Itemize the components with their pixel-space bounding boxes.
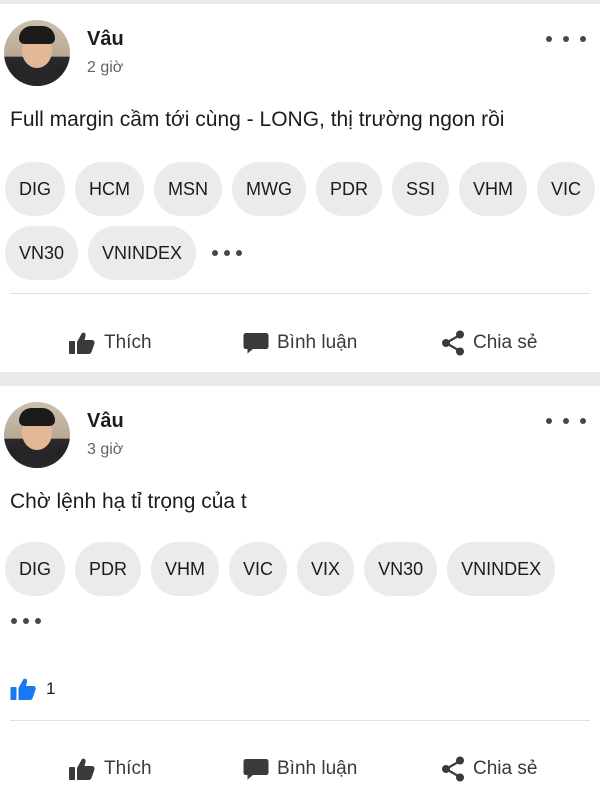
action-bar: Thích Bình luận Chia sẻ [0,740,600,798]
stock-tags: DIG HCM MSN MWG PDR SSI VHM VIC VN30 VNI… [5,162,596,290]
stock-tag[interactable]: SSI [392,162,450,216]
like-button[interactable]: Thích [68,331,152,355]
stock-tag[interactable]: VNINDEX [447,542,556,596]
share-button[interactable]: Chia sẻ [441,330,537,356]
stock-tag[interactable]: VHM [459,162,528,216]
stock-tag[interactable]: DIG [5,162,66,216]
stock-tag[interactable]: PDR [316,162,383,216]
stock-tag[interactable]: VIC [537,162,596,216]
post-time: 3 giờ [87,441,124,458]
avatar[interactable] [4,20,70,86]
more-dots-icon [546,36,552,42]
more-options-button[interactable] [546,411,586,431]
stock-tag[interactable]: MSN [154,162,223,216]
thumbs-up-icon [69,332,95,354]
tag-row: DIG HCM MSN MWG PDR SSI VHM VIC [5,162,596,216]
more-dots-icon [11,618,17,624]
divider [10,293,590,294]
post-card: Vâu 3 giờ Chờ lệnh hạ tỉ trọng của t DIG… [0,386,600,800]
like-count: 1 [46,679,56,698]
thumbs-up-icon [69,758,95,780]
author-name[interactable]: Vâu [87,410,124,433]
feed: Vâu 2 giờ Full margin cầm tới cùng - LON… [0,0,600,800]
comment-button[interactable]: Bình luận [243,757,357,781]
stock-tag[interactable]: VHM [151,542,220,596]
comment-button[interactable]: Bình luận [243,331,357,355]
avatar[interactable] [4,402,70,468]
reaction-summary[interactable]: 1 [10,674,55,704]
stock-tag[interactable]: DIG [5,542,66,596]
share-label: Chia sẻ [473,332,538,353]
like-label: Thích [104,332,152,353]
post-header: Vâu 3 giờ [0,386,600,476]
action-bar: Thích Bình luận Chia sẻ [0,314,600,372]
post-text: Chờ lệnh hạ tỉ trọng của t [10,490,247,513]
author-name[interactable]: Vâu [87,28,124,51]
share-icon [442,756,464,782]
blue-thumbs-up-icon [10,678,36,700]
post-card: Vâu 2 giờ Full margin cầm tới cùng - LON… [0,4,600,372]
stock-tag[interactable]: PDR [75,542,142,596]
like-button[interactable]: Thích [68,757,152,781]
stock-tag[interactable]: VIX [297,542,355,596]
like-label: Thích [104,758,152,779]
stock-tag[interactable]: VN30 [364,542,438,596]
share-icon [442,330,464,356]
stock-tag[interactable]: MWG [232,162,306,216]
comment-label: Bình luận [277,758,358,779]
more-dots-icon [212,250,219,256]
stock-tags: DIG PDR VHM VIC VIX VN30 VNINDEX [5,542,595,646]
speech-bubble-icon [243,333,269,354]
more-tags-button[interactable] [206,226,248,280]
more-dots-icon [546,418,552,424]
tag-row [5,606,595,636]
more-options-button[interactable] [546,29,586,49]
speech-bubble-icon [243,759,269,780]
stock-tag[interactable]: HCM [75,162,145,216]
tag-row: DIG PDR VHM VIC VIX VN30 VNINDEX [5,542,595,596]
post-header: Vâu 2 giờ [0,4,600,94]
post-time: 2 giờ [87,59,124,76]
post-text: Full margin cầm tới cùng - LONG, thị trư… [10,108,505,131]
stock-tag[interactable]: VN30 [5,226,79,280]
comment-label: Bình luận [277,332,358,353]
more-tags-button[interactable] [5,606,47,636]
stock-tag[interactable]: VIC [229,542,288,596]
divider [10,720,590,721]
tag-row: VN30 VNINDEX [5,226,595,280]
share-button[interactable]: Chia sẻ [441,756,537,782]
share-label: Chia sẻ [473,758,538,779]
stock-tag[interactable]: VNINDEX [88,226,197,280]
